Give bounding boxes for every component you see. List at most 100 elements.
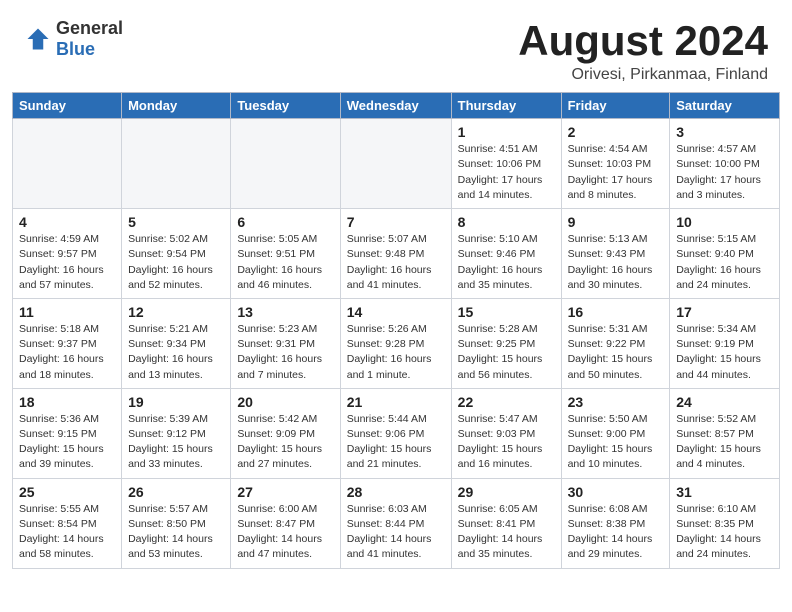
day-info: Sunrise: 6:00 AM Sunset: 8:47 PM Dayligh… (237, 502, 333, 563)
day-info: Sunrise: 5:39 AM Sunset: 9:12 PM Dayligh… (128, 412, 224, 473)
col-header-friday: Friday (561, 93, 670, 119)
day-number: 21 (347, 394, 445, 410)
day-info: Sunrise: 4:59 AM Sunset: 9:57 PM Dayligh… (19, 232, 115, 293)
calendar-cell: 11Sunrise: 5:18 AM Sunset: 9:37 PM Dayli… (13, 298, 122, 388)
day-number: 17 (676, 304, 773, 320)
day-info: Sunrise: 5:26 AM Sunset: 9:28 PM Dayligh… (347, 322, 445, 383)
day-info: Sunrise: 5:44 AM Sunset: 9:06 PM Dayligh… (347, 412, 445, 473)
day-info: Sunrise: 5:28 AM Sunset: 9:25 PM Dayligh… (458, 322, 555, 383)
calendar-cell (13, 119, 122, 209)
calendar-cell: 5 Sunrise: 5:02 AM Sunset: 9:54 PM Daylig… (122, 209, 231, 299)
logo-icon (24, 25, 52, 53)
day-number: 13 (237, 304, 333, 320)
calendar-cell: 23 Sunrise: 5:50 AM Sunset: 9:00 PM Dayli… (561, 388, 670, 478)
day-info: Sunrise: 5:36 AM Sunset: 9:15 PM Dayligh… (19, 412, 115, 473)
calendar-week-row: 11Sunrise: 5:18 AM Sunset: 9:37 PM Dayli… (13, 298, 780, 388)
calendar-cell: 2 Sunrise: 4:54 AM Sunset: 10:03 PM Dayli… (561, 119, 670, 209)
col-header-monday: Monday (122, 93, 231, 119)
day-info: Sunrise: 5:57 AM Sunset: 8:50 PM Dayligh… (128, 502, 224, 563)
day-info: Sunrise: 6:10 AM Sunset: 8:35 PM Dayligh… (676, 502, 773, 563)
calendar-cell: 26Sunrise: 5:57 AM Sunset: 8:50 PM Dayli… (122, 478, 231, 568)
calendar-cell (231, 119, 340, 209)
day-info: Sunrise: 5:50 AM Sunset: 9:00 PM Dayligh… (568, 412, 664, 473)
day-number: 24 (676, 394, 773, 410)
calendar-week-row: 18 Sunrise: 5:36 AM Sunset: 9:15 PM Dayli… (13, 388, 780, 478)
col-header-tuesday: Tuesday (231, 93, 340, 119)
day-number: 8 (458, 214, 555, 230)
calendar-cell: 10 Sunrise: 5:15 AM Sunset: 9:40 PM Dayli… (670, 209, 780, 299)
day-number: 28 (347, 484, 445, 500)
col-header-sunday: Sunday (13, 93, 122, 119)
title-block: August 2024 Orivesi, Pirkanmaa, Finland (518, 18, 768, 84)
day-info: Sunrise: 6:05 AM Sunset: 8:41 PM Dayligh… (458, 502, 555, 563)
day-info: Sunrise: 5:05 AM Sunset: 9:51 PM Dayligh… (237, 232, 333, 293)
day-info: Sunrise: 6:03 AM Sunset: 8:44 PM Dayligh… (347, 502, 445, 563)
day-info: Sunrise: 5:55 AM Sunset: 8:54 PM Dayligh… (19, 502, 115, 563)
calendar-cell: 28 Sunrise: 6:03 AM Sunset: 8:44 PM Dayli… (340, 478, 451, 568)
calendar-cell: 25Sunrise: 5:55 AM Sunset: 8:54 PM Dayli… (13, 478, 122, 568)
main-title: August 2024 (518, 18, 768, 64)
day-number: 31 (676, 484, 773, 500)
calendar-cell: 22Sunrise: 5:47 AM Sunset: 9:03 PM Dayli… (451, 388, 561, 478)
logo: General Blue (24, 18, 123, 60)
logo-general-text: General (56, 18, 123, 39)
calendar-cell: 19 Sunrise: 5:39 AM Sunset: 9:12 PM Dayli… (122, 388, 231, 478)
day-info: Sunrise: 5:34 AM Sunset: 9:19 PM Dayligh… (676, 322, 773, 383)
calendar-cell: 29 Sunrise: 6:05 AM Sunset: 8:41 PM Dayli… (451, 478, 561, 568)
day-number: 30 (568, 484, 664, 500)
calendar-cell: 14 Sunrise: 5:26 AM Sunset: 9:28 PM Dayli… (340, 298, 451, 388)
day-number: 4 (19, 214, 115, 230)
day-number: 16 (568, 304, 664, 320)
day-number: 23 (568, 394, 664, 410)
calendar-table: SundayMondayTuesdayWednesdayThursdayFrid… (12, 92, 780, 568)
calendar-cell: 15Sunrise: 5:28 AM Sunset: 9:25 PM Dayli… (451, 298, 561, 388)
day-number: 9 (568, 214, 664, 230)
day-number: 3 (676, 124, 773, 140)
day-number: 20 (237, 394, 333, 410)
day-info: Sunrise: 4:51 AM Sunset: 10:06 PM Daylig… (458, 142, 555, 203)
calendar-cell: 4 Sunrise: 4:59 AM Sunset: 9:57 PM Daylig… (13, 209, 122, 299)
calendar-cell: 13 Sunrise: 5:23 AM Sunset: 9:31 PM Dayli… (231, 298, 340, 388)
day-number: 18 (19, 394, 115, 410)
day-info: Sunrise: 4:54 AM Sunset: 10:03 PM Daylig… (568, 142, 664, 203)
col-header-thursday: Thursday (451, 93, 561, 119)
day-number: 27 (237, 484, 333, 500)
day-number: 19 (128, 394, 224, 410)
calendar-cell: 30 Sunrise: 6:08 AM Sunset: 8:38 PM Dayli… (561, 478, 670, 568)
subtitle: Orivesi, Pirkanmaa, Finland (518, 66, 768, 84)
day-info: Sunrise: 5:23 AM Sunset: 9:31 PM Dayligh… (237, 322, 333, 383)
calendar-cell: 27 Sunrise: 6:00 AM Sunset: 8:47 PM Dayli… (231, 478, 340, 568)
calendar-cell: 1Sunrise: 4:51 AM Sunset: 10:06 PM Dayli… (451, 119, 561, 209)
calendar-header-row: SundayMondayTuesdayWednesdayThursdayFrid… (13, 93, 780, 119)
day-number: 6 (237, 214, 333, 230)
col-header-wednesday: Wednesday (340, 93, 451, 119)
calendar-week-row: 25Sunrise: 5:55 AM Sunset: 8:54 PM Dayli… (13, 478, 780, 568)
day-number: 11 (19, 304, 115, 320)
day-number: 14 (347, 304, 445, 320)
day-info: Sunrise: 5:21 AM Sunset: 9:34 PM Dayligh… (128, 322, 224, 383)
day-number: 29 (458, 484, 555, 500)
day-info: Sunrise: 5:02 AM Sunset: 9:54 PM Dayligh… (128, 232, 224, 293)
calendar-cell: 18 Sunrise: 5:36 AM Sunset: 9:15 PM Dayli… (13, 388, 122, 478)
calendar-cell (122, 119, 231, 209)
day-number: 5 (128, 214, 224, 230)
day-info: Sunrise: 4:57 AM Sunset: 10:00 PM Daylig… (676, 142, 773, 203)
calendar-cell: 9Sunrise: 5:13 AM Sunset: 9:43 PM Daylig… (561, 209, 670, 299)
day-number: 7 (347, 214, 445, 230)
day-info: Sunrise: 5:07 AM Sunset: 9:48 PM Dayligh… (347, 232, 445, 293)
calendar-cell: 7 Sunrise: 5:07 AM Sunset: 9:48 PM Daylig… (340, 209, 451, 299)
day-number: 2 (568, 124, 664, 140)
day-info: Sunrise: 5:47 AM Sunset: 9:03 PM Dayligh… (458, 412, 555, 473)
calendar-cell: 6 Sunrise: 5:05 AM Sunset: 9:51 PM Daylig… (231, 209, 340, 299)
calendar-cell: 12 Sunrise: 5:21 AM Sunset: 9:34 PM Dayli… (122, 298, 231, 388)
logo-blue-text: Blue (56, 39, 123, 60)
calendar-cell: 20Sunrise: 5:42 AM Sunset: 9:09 PM Dayli… (231, 388, 340, 478)
day-info: Sunrise: 5:15 AM Sunset: 9:40 PM Dayligh… (676, 232, 773, 293)
calendar-week-row: 1Sunrise: 4:51 AM Sunset: 10:06 PM Dayli… (13, 119, 780, 209)
day-info: Sunrise: 5:31 AM Sunset: 9:22 PM Dayligh… (568, 322, 664, 383)
calendar-cell: 16 Sunrise: 5:31 AM Sunset: 9:22 PM Dayli… (561, 298, 670, 388)
day-info: Sunrise: 5:52 AM Sunset: 8:57 PM Dayligh… (676, 412, 773, 473)
day-info: Sunrise: 6:08 AM Sunset: 8:38 PM Dayligh… (568, 502, 664, 563)
day-number: 10 (676, 214, 773, 230)
day-number: 12 (128, 304, 224, 320)
